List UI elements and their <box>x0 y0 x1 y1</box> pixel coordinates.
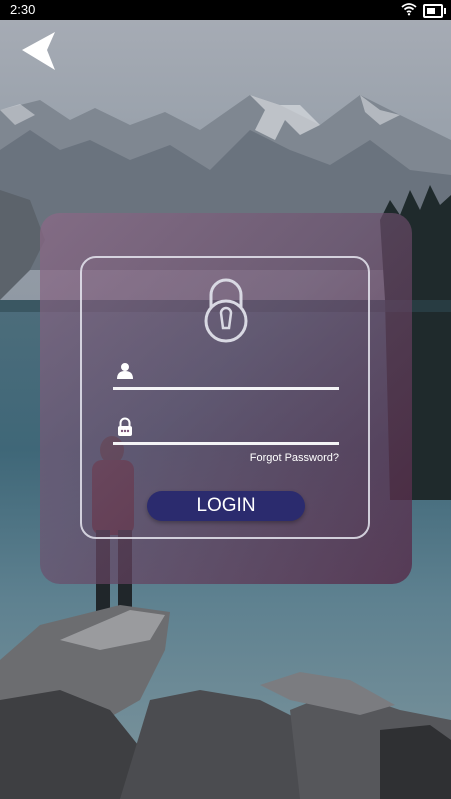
password-underline <box>113 442 339 445</box>
wifi-icon <box>401 2 417 19</box>
password-input[interactable] <box>141 415 341 443</box>
lock-small-icon <box>117 417 133 442</box>
back-arrow-icon <box>22 32 55 70</box>
password-field[interactable] <box>113 415 341 445</box>
status-time: 2:30 <box>10 2 36 17</box>
login-button[interactable]: LOGIN <box>147 491 305 521</box>
padlock-icon <box>199 277 253 348</box>
username-input[interactable] <box>141 360 341 388</box>
forgot-password-link[interactable]: Forgot Password? <box>250 452 339 464</box>
back-button[interactable] <box>20 30 60 72</box>
username-underline <box>113 387 339 390</box>
battery-icon <box>423 4 446 18</box>
status-bar: 2:30 <box>0 0 451 20</box>
user-icon <box>117 362 133 385</box>
username-field[interactable] <box>113 360 341 390</box>
